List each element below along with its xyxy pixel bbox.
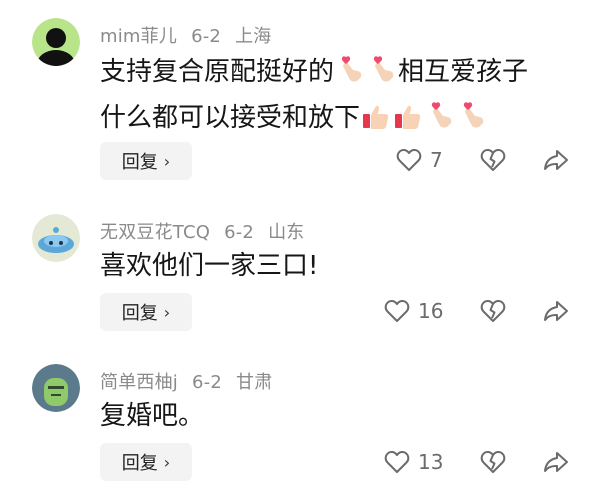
like-count: 13 (418, 450, 444, 474)
comment-meta: mim菲儿 6-2 上海 (100, 22, 285, 48)
like-count: 7 (430, 148, 443, 172)
reply-button[interactable]: 回复 › (100, 142, 192, 180)
comment-text-line1: 复婚吧。 (100, 401, 205, 431)
chevron-right-icon: › (163, 302, 171, 322)
comment-text-line1b: 相互爱孩子 (398, 57, 529, 87)
share-button[interactable] (543, 148, 569, 172)
author-name[interactable]: mim菲儿 (100, 26, 177, 47)
heart-icon (384, 299, 410, 322)
dislike-button[interactable] (480, 299, 506, 323)
dislike-button[interactable] (480, 148, 506, 172)
comment-date: 6-2 (191, 26, 222, 47)
reply-label: 回复 (121, 453, 158, 474)
share-arrow-icon (544, 452, 568, 472)
comment-text: 支持复合原配挺好的 相互爱孩子 什么都可以接受和放下 (100, 52, 528, 144)
comment-date: 6-2 (224, 222, 255, 243)
reply-label: 回复 (121, 152, 158, 173)
broken-heart-icon (480, 450, 506, 473)
like-button[interactable]: 13 (384, 450, 443, 474)
comment-text: 复婚吧。 (100, 396, 204, 436)
reply-button[interactable]: 回复 › (100, 443, 192, 481)
comment-text-line2: 什么都可以接受和放下 (100, 103, 361, 133)
avatar[interactable] (32, 18, 80, 66)
author-name[interactable]: 无双豆花TCQ (100, 222, 210, 243)
avatar[interactable] (32, 214, 80, 262)
like-button[interactable]: 7 (396, 148, 443, 172)
comment-text: 喜欢他们一家三口! (100, 246, 318, 286)
finger-heart-emoji-icon (425, 102, 455, 144)
comment-text-line1: 喜欢他们一家三口! (100, 251, 319, 281)
chevron-right-icon: › (163, 151, 171, 171)
chevron-right-icon: › (163, 452, 171, 472)
thumbs-up-emoji-icon (393, 102, 423, 144)
comment-meta: 无双豆花TCQ 6-2 山东 (100, 218, 318, 244)
comment-location: 甘肃 (236, 372, 273, 393)
comment-date: 6-2 (192, 372, 223, 393)
finger-heart-emoji-icon (367, 56, 397, 98)
comment-location: 上海 (235, 26, 272, 47)
like-count: 16 (418, 299, 444, 323)
share-button[interactable] (543, 299, 569, 323)
heart-icon (396, 148, 422, 171)
finger-heart-emoji-icon (335, 56, 365, 98)
broken-heart-icon (480, 299, 506, 322)
finger-heart-emoji-icon (457, 102, 487, 144)
broken-heart-icon (480, 148, 506, 171)
reply-label: 回复 (121, 303, 158, 324)
share-arrow-icon (544, 150, 568, 170)
heart-icon (384, 450, 410, 473)
share-arrow-icon (544, 301, 568, 321)
comment-text-line1: 支持复合原配挺好的 (100, 57, 335, 87)
author-name[interactable]: 简单西柚j (100, 372, 178, 393)
share-button[interactable] (543, 450, 569, 474)
dislike-button[interactable] (480, 450, 506, 474)
reply-button[interactable]: 回复 › (100, 293, 192, 331)
like-button[interactable]: 16 (384, 299, 443, 323)
avatar[interactable] (32, 364, 80, 412)
comment-meta: 简单西柚j 6-2 甘肃 (100, 368, 286, 394)
comment-location: 山东 (268, 222, 305, 243)
thumbs-up-emoji-icon (361, 102, 391, 144)
